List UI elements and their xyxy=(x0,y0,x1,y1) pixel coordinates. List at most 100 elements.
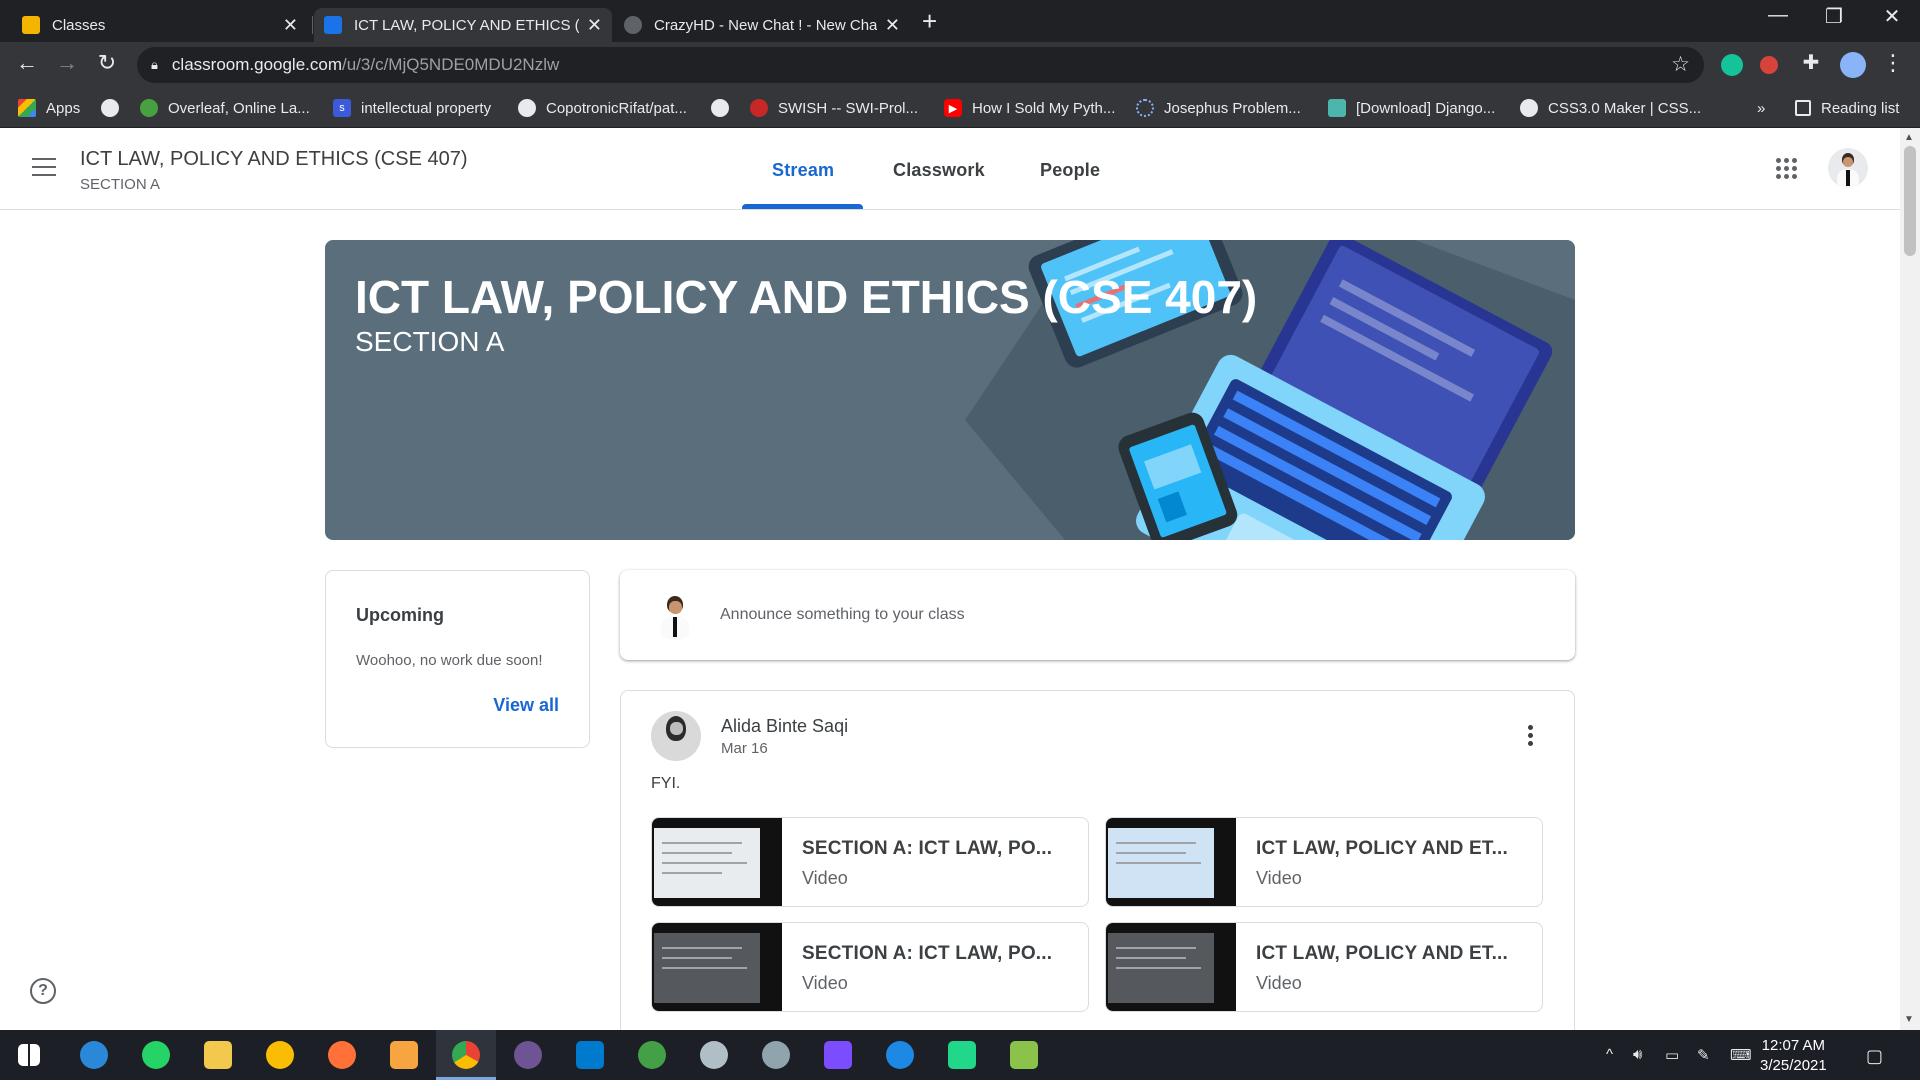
announce-placeholder[interactable]: Announce something to your class xyxy=(720,606,965,624)
bookmark-github[interactable]: CopotronicRifat/pat... xyxy=(518,96,687,120)
reading-list-label: Reading list xyxy=(1821,99,1900,117)
close-tab-icon[interactable]: ✕ xyxy=(885,15,900,36)
app-icon[interactable] xyxy=(80,1041,108,1069)
pycharm-icon[interactable] xyxy=(948,1041,976,1069)
tab-title: CrazyHD - New Chat ! - New Cha xyxy=(654,16,877,34)
video-thumbnail xyxy=(1106,923,1236,1011)
active-tab-indicator xyxy=(742,204,863,209)
bookmark-globe[interactable] xyxy=(101,96,129,120)
app-icon[interactable] xyxy=(1010,1041,1038,1069)
video-thumbnail xyxy=(1106,818,1236,906)
author-avatar xyxy=(651,711,701,761)
reload-icon[interactable]: ↻ xyxy=(92,50,122,76)
bookmark-josephus[interactable]: Josephus Problem... xyxy=(1136,96,1301,120)
globe-favicon-icon xyxy=(624,16,642,34)
file-explorer-icon[interactable] xyxy=(204,1041,232,1069)
notifications-icon[interactable]: ▢ xyxy=(1866,1046,1883,1067)
url-host: classroom.google.com xyxy=(171,55,342,74)
github-desktop-icon[interactable] xyxy=(514,1041,542,1069)
taskbar-clock[interactable]: 12:07 AM 3/25/2021 xyxy=(1760,1036,1827,1076)
bookmark-django[interactable]: [Download] Django... xyxy=(1328,96,1495,120)
browser-tab-classes[interactable]: Classes ✕ xyxy=(12,8,308,42)
extension-icon[interactable] xyxy=(1760,56,1778,74)
windows-start-icon[interactable] xyxy=(18,1044,40,1066)
puzzle-extensions-icon[interactable]: ✚ xyxy=(1796,50,1826,75)
announce-box[interactable]: Announce something to your class xyxy=(620,570,1575,660)
bookmark-star-icon[interactable]: ☆ xyxy=(1671,52,1690,77)
tab-separator xyxy=(312,16,313,34)
bookmarks-bar: Apps Overleaf, Online La... s intellectu… xyxy=(0,88,1920,128)
loading-icon xyxy=(1136,99,1154,117)
page-scrollbar[interactable]: ▲ ▼ xyxy=(1900,128,1920,1030)
firefox-icon[interactable] xyxy=(328,1041,356,1069)
app-icon[interactable] xyxy=(762,1041,790,1069)
browser-tab-ict-law[interactable]: ICT LAW, POLICY AND ETHICS (C ✕ xyxy=(314,8,612,42)
banner-class-title: ICT LAW, POLICY AND ETHICS (CSE 407) xyxy=(355,271,1258,323)
visual-studio-icon[interactable] xyxy=(824,1041,852,1069)
bookmark-youtube[interactable]: ▶ How I Sold My Pyth... xyxy=(944,96,1115,120)
chrome-icon[interactable] xyxy=(452,1041,480,1069)
scroll-down-arrow-icon[interactable]: ▼ xyxy=(1904,1014,1914,1025)
profile-avatar-icon[interactable] xyxy=(1840,52,1866,78)
reading-list-icon xyxy=(1795,100,1811,116)
tab-classwork[interactable]: Classwork xyxy=(893,160,985,181)
tab-people[interactable]: People xyxy=(1040,160,1100,181)
video-attachment[interactable]: ICT LAW, POLICY AND ET... Video xyxy=(1105,922,1543,1012)
whatsapp-icon[interactable] xyxy=(142,1041,170,1069)
grammarly-extension-icon[interactable] xyxy=(1721,54,1743,76)
post-author: Alida Binte Saqi xyxy=(721,716,849,736)
bookmark-css3-maker[interactable]: CSS3.0 Maker | CSS... xyxy=(1520,96,1701,120)
vscode-icon[interactable] xyxy=(576,1041,604,1069)
bookmark-label: SWISH -- SWI-Prol... xyxy=(778,99,918,117)
main-menu-icon[interactable] xyxy=(32,158,56,178)
pen-icon[interactable]: ✎ xyxy=(1697,1046,1710,1064)
post-options-icon[interactable] xyxy=(1528,725,1534,749)
video-attachment[interactable]: ICT LAW, POLICY AND ET... Video xyxy=(1105,817,1543,907)
forward-arrow-icon[interactable]: → xyxy=(52,50,82,76)
class-title[interactable]: ICT LAW, POLICY AND ETHICS (CSE 407) xyxy=(80,148,468,171)
scrollbar-thumb[interactable] xyxy=(1904,146,1916,256)
google-apps-icon[interactable] xyxy=(1776,158,1798,180)
network-icon[interactable]: ▭ xyxy=(1665,1046,1679,1064)
app-icon[interactable] xyxy=(390,1041,418,1069)
close-tab-icon[interactable]: ✕ xyxy=(587,15,602,36)
upcoming-message: Woohoo, no work due soon! xyxy=(356,652,543,669)
bookmark-swish[interactable]: SWISH -- SWI-Prol... xyxy=(750,96,918,120)
bookmark-label: CSS3.0 Maker | CSS... xyxy=(1548,99,1702,117)
post-body: FYI. xyxy=(651,775,681,792)
browser-tab-strip: Classes ✕ ICT LAW, POLICY AND ETHICS (C … xyxy=(0,0,1920,42)
app-icon[interactable] xyxy=(638,1041,666,1069)
lock-icon: 🔒︎ xyxy=(151,57,158,72)
video-attachment[interactable]: SECTION A: ICT LAW, PO... Video xyxy=(651,817,1089,907)
bookmark-overleaf[interactable]: Overleaf, Online La... xyxy=(140,96,310,120)
tab-title: ICT LAW, POLICY AND ETHICS (C xyxy=(354,16,579,34)
back-arrow-icon[interactable]: ← xyxy=(12,50,42,76)
browser-tab-crazyhd[interactable]: CrazyHD - New Chat ! - New Cha ✕ xyxy=(614,8,910,42)
tray-chevron-icon[interactable]: ^ xyxy=(1606,1046,1613,1063)
view-all-link[interactable]: View all xyxy=(493,695,559,716)
tab-stream[interactable]: Stream xyxy=(772,160,834,181)
reading-list-button[interactable]: Reading list xyxy=(1795,96,1899,120)
app-icon[interactable] xyxy=(700,1041,728,1069)
globe-icon xyxy=(101,99,119,117)
volume-icon[interactable]: 🔊︎ xyxy=(1633,1046,1642,1063)
scroll-up-arrow-icon[interactable]: ▲ xyxy=(1904,132,1914,143)
bookmarks-overflow-button[interactable]: » xyxy=(1757,96,1765,120)
bookmark-globe-2[interactable] xyxy=(711,96,739,120)
address-bar[interactable]: 🔒︎ classroom.google.com/u/3/c/MjQ5NDE0MD… xyxy=(137,47,1704,83)
minimize-window-icon[interactable]: — xyxy=(1758,4,1798,27)
close-tab-icon[interactable]: ✕ xyxy=(283,15,298,36)
account-avatar[interactable] xyxy=(1828,148,1868,188)
bookmark-intellectual-property[interactable]: s intellectual property xyxy=(333,96,491,120)
messenger-icon[interactable] xyxy=(886,1041,914,1069)
restore-window-icon[interactable]: ❐ xyxy=(1814,4,1854,29)
new-tab-button[interactable]: + xyxy=(922,6,937,37)
app-icon[interactable] xyxy=(266,1041,294,1069)
bookmark-apps[interactable]: Apps xyxy=(18,96,80,120)
post-date: Mar 16 xyxy=(721,740,768,757)
close-window-icon[interactable]: ✕ xyxy=(1872,4,1912,29)
help-icon[interactable]: ? xyxy=(30,978,56,1004)
keyboard-icon[interactable]: ⌨ xyxy=(1730,1046,1752,1064)
menu-kebab-icon[interactable]: ⋮ xyxy=(1878,50,1908,76)
video-attachment[interactable]: SECTION A: ICT LAW, PO... Video xyxy=(651,922,1089,1012)
